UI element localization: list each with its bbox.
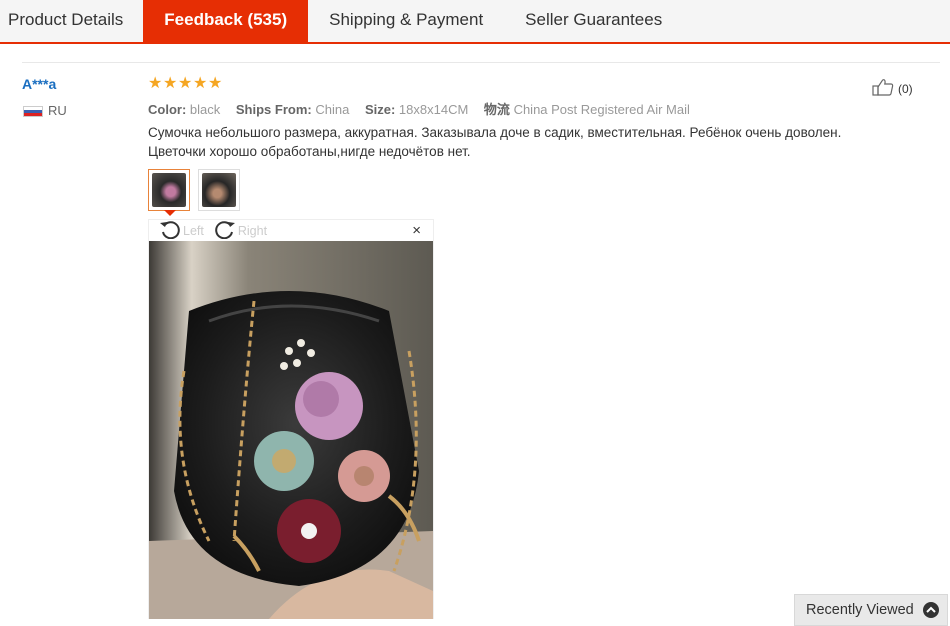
rotate-right-button[interactable]: Right <box>214 219 267 242</box>
size-value: 18x8x14CM <box>398 102 469 117</box>
review-image-thumbnail[interactable] <box>198 169 240 211</box>
recently-viewed-label: Recently Viewed <box>806 602 914 618</box>
star-icon: ★ <box>148 75 163 92</box>
helpful-button[interactable]: (0) <box>872 78 913 99</box>
review-text-line: Цветочки хорошо обработаны,нигде недочёт… <box>148 144 471 159</box>
review-image-thumbnail[interactable] <box>148 169 190 211</box>
review-photo <box>149 241 433 619</box>
viewer-toolbar: Left Right × <box>149 220 433 241</box>
rotate-left-icon <box>159 219 181 242</box>
bag-photo-thumbnail <box>202 173 236 207</box>
star-icon: ★ <box>163 75 178 92</box>
divider <box>22 62 940 63</box>
color-value: black <box>189 102 221 117</box>
tab-product-details[interactable]: Product Details <box>0 0 143 42</box>
reviewer-country: RU <box>48 103 67 118</box>
chevron-up-icon <box>922 602 939 618</box>
color-label: Color: <box>148 102 187 117</box>
ships-from-value: China <box>315 102 350 117</box>
rotate-left-button[interactable]: Left <box>159 219 204 242</box>
recently-viewed-button[interactable]: Recently Viewed <box>794 594 948 626</box>
reviewer-name[interactable]: A***a <box>22 76 56 92</box>
star-rating: ★ ★ ★ ★ ★ <box>148 75 223 92</box>
review-text: Сумочка небольшого размера, аккуратная. … <box>148 123 908 161</box>
russia-flag-icon <box>23 106 43 117</box>
order-info: Color: black Ships From: China Size: 18x… <box>148 99 690 118</box>
image-viewer: Left Right × <box>148 219 434 619</box>
tab-shipping-payment[interactable]: Shipping & Payment <box>308 0 504 42</box>
helpful-count: (0) <box>898 81 913 96</box>
rotate-right-label: Right <box>237 223 268 238</box>
review-text-line: Сумочка небольшого размера, аккуратная. … <box>148 125 842 140</box>
logistics-label: 物流 <box>483 102 510 117</box>
bag-photo-thumbnail <box>152 173 186 207</box>
star-icon: ★ <box>193 75 208 92</box>
tab-seller-guarantees[interactable]: Seller Guarantees <box>504 0 683 42</box>
rotate-right-icon <box>214 219 236 242</box>
tab-feedback[interactable]: Feedback (535) <box>143 0 309 42</box>
ships-from-label: Ships From: <box>235 102 312 117</box>
selected-thumbnail-pointer <box>164 210 176 216</box>
close-icon[interactable]: × <box>412 222 421 239</box>
thumbs-up-icon <box>872 78 894 99</box>
rotate-left-label: Left <box>183 223 204 238</box>
star-icon: ★ <box>208 75 223 92</box>
logistics-value: China Post Registered Air Mail <box>513 102 690 117</box>
star-icon: ★ <box>178 75 193 92</box>
tab-bar: Product Details Feedback (535) Shipping … <box>0 0 950 44</box>
size-label: Size: <box>364 102 396 117</box>
